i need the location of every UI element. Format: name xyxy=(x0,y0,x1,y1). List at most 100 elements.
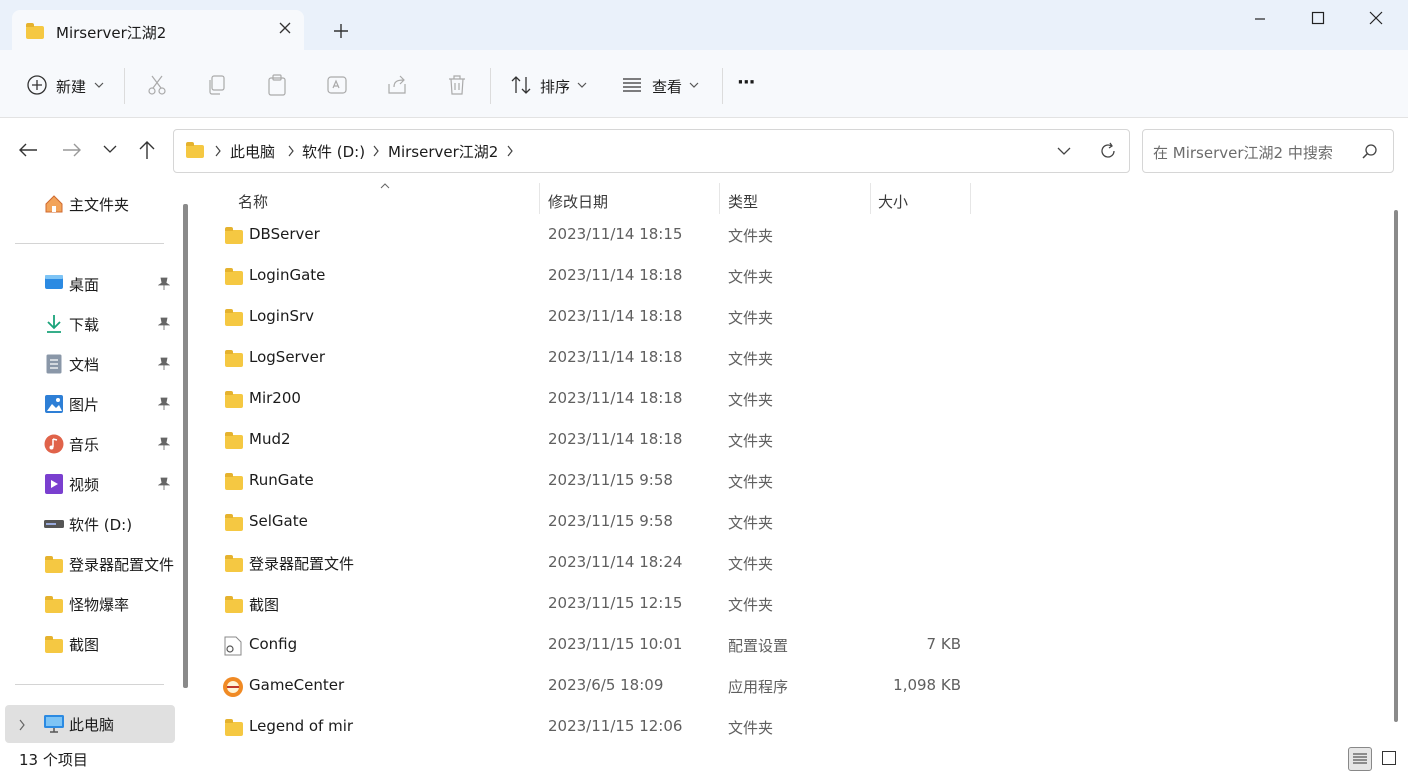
close-tab-icon[interactable] xyxy=(276,19,294,37)
file-list: 名称 修改日期 类型 大小 DBServer 2023/11/14 18:15 文件… xyxy=(196,183,1408,743)
sidebar-item-monster-drops[interactable]: 怪物爆率 xyxy=(0,585,176,623)
pin-icon[interactable] xyxy=(158,317,170,331)
column-divider[interactable] xyxy=(970,183,971,214)
sort-ascending-icon xyxy=(380,183,390,189)
more-options-icon[interactable]: ··· xyxy=(737,72,755,93)
address-bar[interactable]: 此电脑 软件 (D:) Mirserver江湖2 xyxy=(173,129,1130,173)
new-tab-icon[interactable] xyxy=(330,20,352,42)
table-row[interactable]: Mir200 2023/11/14 18:18 文件夹 xyxy=(196,379,1386,420)
table-row[interactable]: 截图 2023/11/15 12:15 文件夹 xyxy=(196,584,1386,625)
file-date: 2023/11/14 18:24 xyxy=(548,553,683,571)
folder-icon xyxy=(224,309,244,326)
address-dropdown-icon[interactable] xyxy=(1057,146,1071,156)
table-row[interactable]: LogServer 2023/11/14 18:18 文件夹 xyxy=(196,338,1386,379)
new-button[interactable]: 新建 xyxy=(18,68,110,102)
sort-button[interactable]: 排序 xyxy=(500,68,600,102)
column-header-date[interactable]: 修改日期 xyxy=(548,191,608,212)
sidebar-scrollbar[interactable] xyxy=(183,204,188,688)
file-name: DBServer xyxy=(249,225,320,243)
tab-mirserver[interactable]: Mirserver江湖2 xyxy=(12,10,304,50)
sidebar-item-videos[interactable]: 视频 xyxy=(0,465,176,503)
copy-icon[interactable] xyxy=(206,74,228,96)
folder-icon xyxy=(184,142,206,160)
table-row[interactable]: Mud2 2023/11/14 18:18 文件夹 xyxy=(196,420,1386,461)
sidebar-item-desktop[interactable]: 桌面 xyxy=(0,265,176,303)
home-icon xyxy=(45,195,63,213)
delete-icon[interactable] xyxy=(446,74,468,96)
forward-icon[interactable] xyxy=(61,141,83,159)
sidebar-item-label: 图片 xyxy=(69,396,100,414)
table-row[interactable]: 登录器配置文件 2023/11/14 18:24 文件夹 xyxy=(196,543,1386,584)
status-bar: 13 个项目 xyxy=(0,743,1408,774)
breadcrumb-this-pc[interactable]: 此电脑 xyxy=(230,141,275,162)
sidebar-item-this-pc[interactable]: 此电脑 xyxy=(5,705,175,743)
sidebar-item-downloads[interactable]: 下载 xyxy=(0,305,176,343)
column-divider[interactable] xyxy=(719,183,720,214)
sidebar-item-documents[interactable]: 文档 xyxy=(0,345,176,383)
tiles-view-button[interactable] xyxy=(1378,747,1402,771)
table-row[interactable]: Config 2023/11/15 10:01 配置设置 7 KB xyxy=(196,625,1386,666)
chevron-right-icon xyxy=(215,145,221,157)
sidebar-item-pictures[interactable]: 图片 xyxy=(0,385,176,423)
sidebar-item-label: 怪物爆率 xyxy=(69,596,130,614)
table-row[interactable]: LoginGate 2023/11/14 18:18 文件夹 xyxy=(196,256,1386,297)
table-row[interactable]: LoginSrv 2023/11/14 18:18 文件夹 xyxy=(196,297,1386,338)
folder-icon xyxy=(44,556,64,573)
view-button[interactable]: 查看 xyxy=(612,68,712,102)
back-icon[interactable] xyxy=(17,141,39,159)
title-bar: Mirserver江湖2 xyxy=(0,0,1408,50)
pin-icon[interactable] xyxy=(158,397,170,411)
table-row[interactable]: DBServer 2023/11/14 18:15 文件夹 xyxy=(196,215,1386,256)
pin-icon[interactable] xyxy=(158,437,170,451)
column-header-type[interactable]: 类型 xyxy=(728,191,758,212)
plus-circle-icon xyxy=(27,75,47,95)
sidebar-item-label: 桌面 xyxy=(69,276,100,294)
table-row[interactable]: Legend of mir 2023/11/15 12:06 文件夹 xyxy=(196,707,1386,748)
file-date: 2023/11/14 18:18 xyxy=(548,307,683,325)
breadcrumb-mirserver[interactable]: Mirserver江湖2 xyxy=(388,141,498,162)
chevron-right-icon xyxy=(507,145,513,157)
column-divider[interactable] xyxy=(870,183,871,214)
up-icon[interactable] xyxy=(137,140,157,160)
recent-locations-icon[interactable] xyxy=(103,144,117,154)
table-row[interactable]: GameCenter 2023/6/5 18:09 应用程序 1,098 KB xyxy=(196,666,1386,707)
sidebar-item-home[interactable]: 主文件夹 xyxy=(0,185,176,223)
column-divider[interactable] xyxy=(539,183,540,214)
tiles-view-icon xyxy=(1382,751,1396,765)
search-box[interactable]: 在 Mirserver江湖2 中搜索 xyxy=(1142,129,1394,173)
minimize-button[interactable] xyxy=(1231,0,1289,36)
cut-icon[interactable] xyxy=(146,74,168,96)
paste-icon[interactable] xyxy=(266,74,288,96)
breadcrumb-drive-d[interactable]: 软件 (D:) xyxy=(302,141,365,162)
column-header-size[interactable]: 大小 xyxy=(878,191,908,212)
table-row[interactable]: SelGate 2023/11/15 9:58 文件夹 xyxy=(196,502,1386,543)
pin-icon[interactable] xyxy=(158,277,170,291)
sidebar-item-music[interactable]: 音乐 xyxy=(0,425,176,463)
close-icon xyxy=(1369,11,1383,25)
sidebar-item-screenshots[interactable]: 截图 xyxy=(0,625,176,663)
share-icon[interactable] xyxy=(386,74,408,96)
details-view-button[interactable] xyxy=(1348,747,1372,771)
search-icon[interactable] xyxy=(1361,143,1379,161)
refresh-icon[interactable] xyxy=(1098,141,1118,161)
column-header-name[interactable]: 名称 xyxy=(238,191,268,212)
rename-icon[interactable] xyxy=(326,74,348,96)
close-button[interactable] xyxy=(1347,0,1405,36)
file-date: 2023/11/15 9:58 xyxy=(548,471,673,489)
table-row[interactable]: RunGate 2023/11/15 9:58 文件夹 xyxy=(196,461,1386,502)
pin-icon[interactable] xyxy=(158,477,170,491)
folder-icon xyxy=(224,268,244,285)
vertical-scrollbar[interactable] xyxy=(1394,210,1398,722)
file-date: 2023/11/14 18:18 xyxy=(548,348,683,366)
sidebar-item-drive-d[interactable]: 软件 (D:) xyxy=(0,505,176,543)
file-type: 文件夹 xyxy=(728,473,774,491)
file-date: 2023/11/15 10:01 xyxy=(548,635,683,653)
maximize-button[interactable] xyxy=(1289,0,1347,36)
file-type: 文件夹 xyxy=(728,391,774,409)
folder-icon xyxy=(224,391,244,408)
chevron-right-icon[interactable] xyxy=(18,719,26,731)
app-icon xyxy=(223,677,243,697)
folder-icon xyxy=(224,227,244,244)
pin-icon[interactable] xyxy=(158,357,170,371)
sidebar-item-launcher-config[interactable]: 登录器配置文件 xyxy=(0,545,176,583)
